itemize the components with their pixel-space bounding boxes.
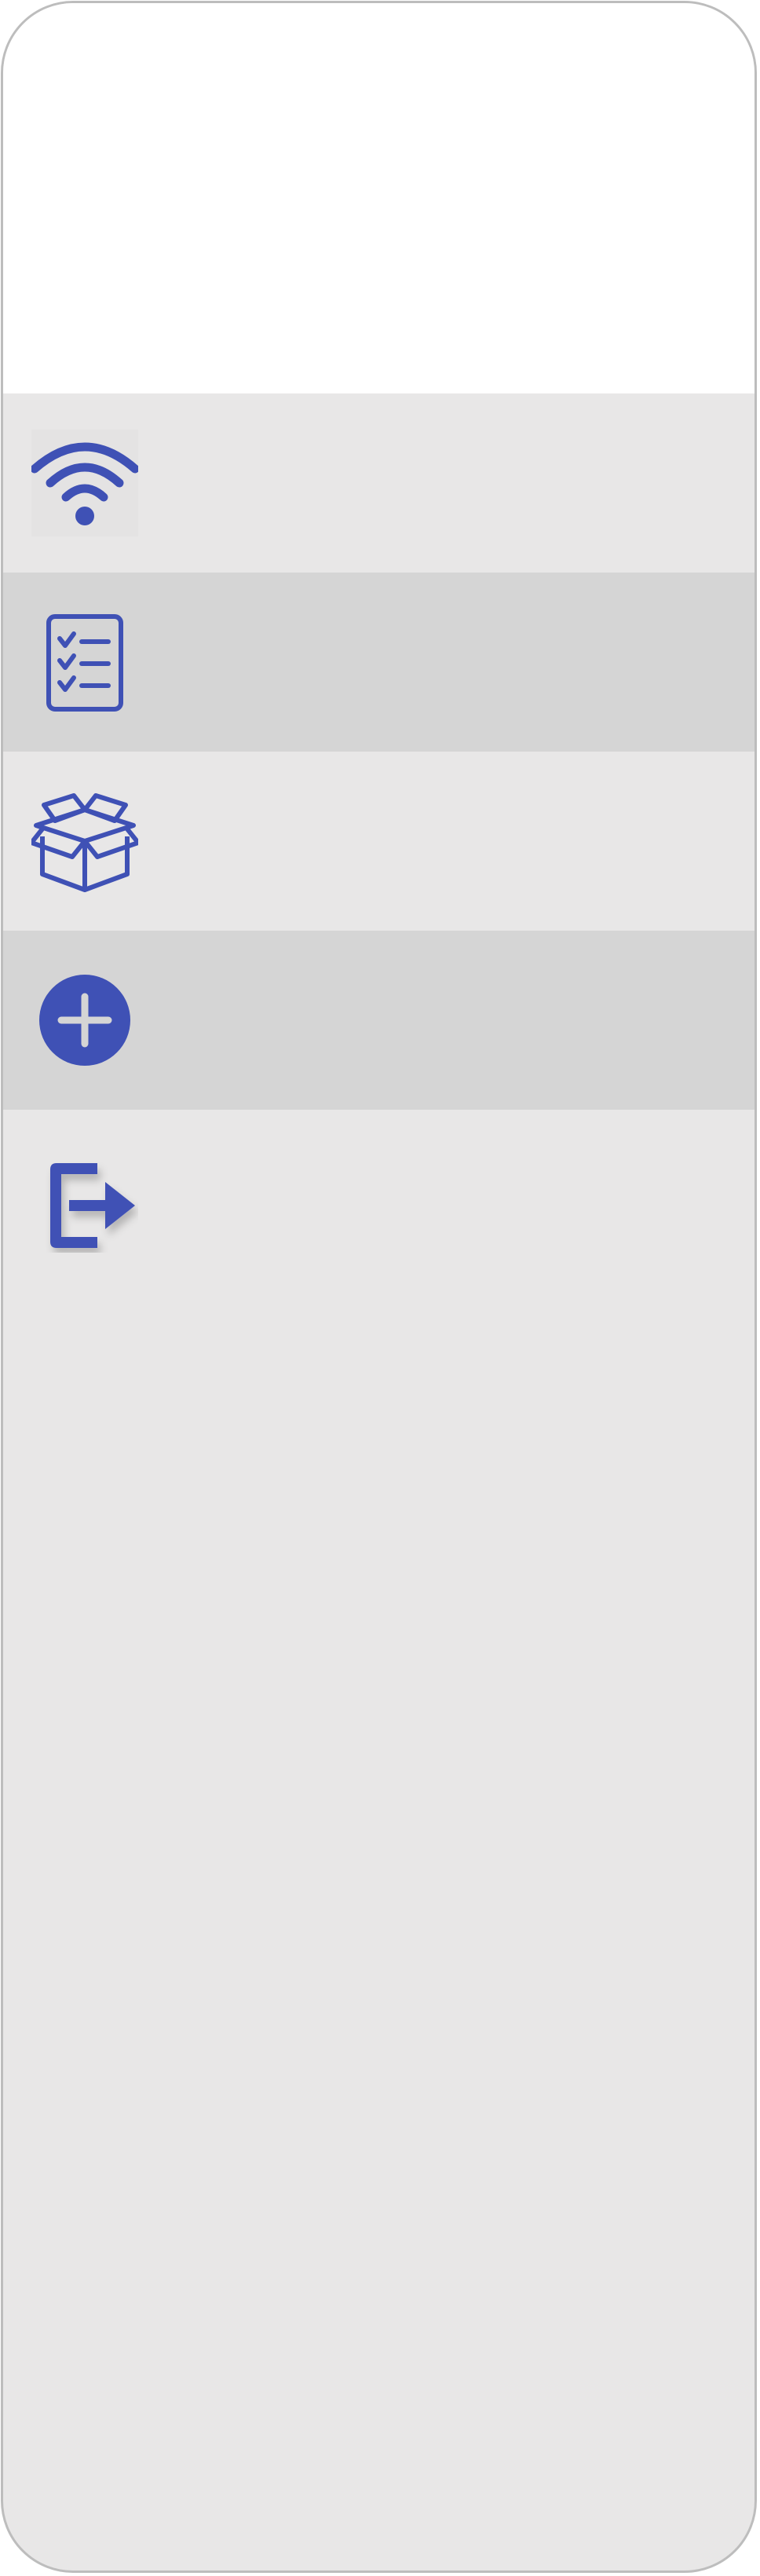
sidebar-item-add[interactable] bbox=[3, 931, 755, 1110]
sidebar-item-checklist[interactable] bbox=[3, 573, 755, 752]
wifi-icon bbox=[31, 430, 138, 536]
open-box-icon bbox=[31, 788, 138, 895]
add-circle-icon bbox=[31, 967, 138, 1074]
header-area bbox=[3, 3, 755, 393]
app-frame bbox=[1, 1, 757, 2573]
sidebar-item-logout[interactable] bbox=[3, 1110, 755, 1289]
sidebar-item-products[interactable] bbox=[3, 752, 755, 931]
checklist-icon bbox=[31, 609, 138, 715]
sidebar-item-wifi[interactable] bbox=[3, 393, 755, 573]
logout-icon bbox=[31, 1146, 138, 1253]
